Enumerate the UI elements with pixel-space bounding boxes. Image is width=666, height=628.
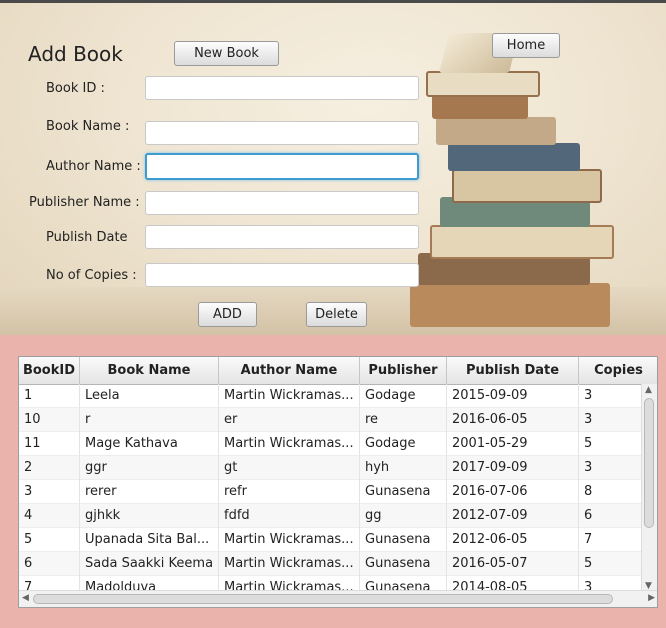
table-cell: Martin Wickramas... — [219, 552, 360, 576]
table-cell: refr — [219, 480, 360, 504]
page-title: Add Book — [28, 42, 123, 66]
table-cell: 6 — [19, 552, 80, 576]
table-row[interactable]: 5 Upanada Sita Bal... Martin Wickramas... G… — [19, 528, 643, 552]
table-cell: 2001-05-29 — [447, 432, 579, 456]
table-cell: 1 — [19, 384, 80, 408]
table-cell: rerer — [80, 480, 219, 504]
table-cell: hyh — [360, 456, 447, 480]
vertical-scrollbar[interactable]: ▲ ▼ — [641, 384, 657, 592]
table-cell: 2015-09-09 — [447, 384, 579, 408]
table-row[interactable]: 4 gjhkk fdfd gg 2012-07-09 6 — [19, 504, 643, 528]
table-cell: 3 — [19, 480, 80, 504]
table-cell: 3 — [579, 408, 643, 432]
table-cell: Martin Wickramas... — [219, 384, 360, 408]
table-cell: fdfd — [219, 504, 360, 528]
table-cell: 8 — [579, 480, 643, 504]
table-cell: gt — [219, 456, 360, 480]
table-cell: 5 — [579, 432, 643, 456]
copies-label: No of Copies : — [46, 268, 137, 283]
horizontal-scroll-thumb[interactable] — [33, 594, 613, 604]
book-name-input[interactable] — [145, 121, 419, 145]
table-cell: Gunasena — [360, 528, 447, 552]
table-cell: 2017-09-09 — [447, 456, 579, 480]
table-cell: Gunasena — [360, 552, 447, 576]
publisher-name-label: Publisher Name : — [29, 195, 140, 210]
form-panel: Add Book New Book Home Book ID : Book Na… — [0, 3, 666, 335]
new-book-button[interactable]: New Book — [174, 41, 279, 66]
column-header[interactable]: Publish Date — [447, 357, 579, 384]
table-cell: Mage Kathava — [80, 432, 219, 456]
table-row[interactable]: 1 Leela Martin Wickramas... Godage 2015-09-0… — [19, 384, 643, 408]
delete-button[interactable]: Delete — [306, 302, 367, 327]
scroll-up-icon[interactable]: ▲ — [645, 385, 652, 395]
table-cell: 3 — [579, 456, 643, 480]
column-header[interactable]: Author Name — [219, 357, 360, 384]
publish-date-label: Publish Date — [46, 230, 128, 245]
table-row[interactable]: 2 ggr gt hyh 2017-09-09 3 — [19, 456, 643, 480]
table-cell: Godage — [360, 384, 447, 408]
author-name-label: Author Name : — [46, 159, 141, 174]
table-cell: Martin Wickramas... — [219, 432, 360, 456]
column-header[interactable]: Publisher — [360, 357, 447, 384]
copies-input[interactable] — [145, 263, 419, 287]
table-cell: Upanada Sita Bal... — [80, 528, 219, 552]
table-row[interactable]: 3 rerer refr Gunasena 2016-07-06 8 — [19, 480, 643, 504]
table-cell: 2012-07-09 — [447, 504, 579, 528]
table-cell: 11 — [19, 432, 80, 456]
vertical-scroll-thumb[interactable] — [644, 398, 654, 528]
table-cell: Godage — [360, 432, 447, 456]
table-cell: Sada Saakki Keema — [80, 552, 219, 576]
publish-date-input[interactable] — [145, 225, 419, 249]
table-cell: 4 — [19, 504, 80, 528]
table-cell: 7 — [579, 528, 643, 552]
scroll-left-icon[interactable]: ◀ — [22, 593, 29, 603]
table-cell: ggr — [80, 456, 219, 480]
book-id-input[interactable] — [145, 76, 419, 100]
home-button[interactable]: Home — [492, 33, 560, 58]
table-row[interactable]: 11 Mage Kathava Martin Wickramas... Godage 2… — [19, 432, 643, 456]
column-header[interactable]: Copies — [579, 357, 657, 384]
table-cell: er — [219, 408, 360, 432]
table-cell: 5 — [579, 552, 643, 576]
table-cell: 5 — [19, 528, 80, 552]
add-button[interactable]: ADD — [198, 302, 257, 327]
table-cell: 2016-07-06 — [447, 480, 579, 504]
table-cell: Martin Wickramas... — [219, 528, 360, 552]
table-cell: re — [360, 408, 447, 432]
column-header[interactable]: BookID — [19, 357, 80, 384]
table-row[interactable]: 10 r er re 2016-06-05 3 — [19, 408, 643, 432]
book-id-label: Book ID : — [46, 81, 105, 96]
table-cell: Gunasena — [360, 480, 447, 504]
scroll-right-icon[interactable]: ▶ — [648, 593, 655, 603]
horizontal-scrollbar[interactable]: ◀ ▶ — [19, 590, 657, 607]
table-cell: gg — [360, 504, 447, 528]
table-header: BookID Book Name Author Name Publisher P… — [19, 357, 657, 385]
table-row[interactable]: 6 Sada Saakki Keema Martin Wickramas... Gun… — [19, 552, 643, 576]
table-cell: 6 — [579, 504, 643, 528]
table-cell: 2012-06-05 — [447, 528, 579, 552]
table-cell: 3 — [579, 384, 643, 408]
table-cell: 2016-05-07 — [447, 552, 579, 576]
table-cell: 2016-06-05 — [447, 408, 579, 432]
book-name-label: Book Name : — [46, 119, 130, 134]
publisher-name-input[interactable] — [145, 191, 419, 215]
table-cell: 10 — [19, 408, 80, 432]
author-name-input[interactable] — [145, 153, 419, 180]
table-cell: r — [80, 408, 219, 432]
table-cell: 2 — [19, 456, 80, 480]
column-header[interactable]: Book Name — [80, 357, 219, 384]
table-cell: gjhkk — [80, 504, 219, 528]
books-table[interactable]: BookID Book Name Author Name Publisher P… — [18, 356, 658, 608]
table-cell: Leela — [80, 384, 219, 408]
